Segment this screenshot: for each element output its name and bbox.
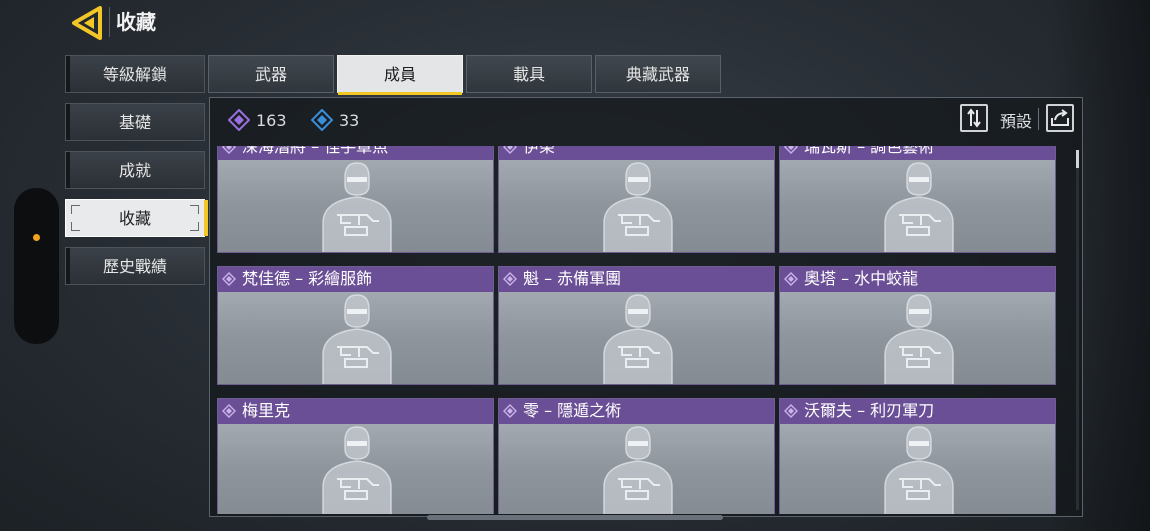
locked-operator-silhouette-icon [322, 162, 392, 252]
sort-button[interactable] [960, 104, 988, 132]
corner-bracket [190, 205, 199, 214]
locked-operator-silhouette-icon [884, 294, 954, 384]
sidebar-item-label: 成就 [118, 161, 151, 180]
blue-currency: 33 [311, 108, 359, 132]
sidebar-item-label: 收藏 [118, 209, 151, 228]
operator-name: 瑞瓦斯 – 調色藝術 [804, 146, 935, 156]
collection-panel: 163 33 預設 深海潛將 – 怪手章魚 伊榮 瑞瓦斯 – 調色藝術 梵佳德 … [209, 97, 1083, 517]
operator-grid: 深海潛將 – 怪手章魚 伊榮 瑞瓦斯 – 調色藝術 梵佳德 – 彩繪服飾 魁 –… [217, 146, 1063, 514]
operator-name: 伊榮 [523, 146, 556, 156]
operator-name: 魁 – 赤備軍團 [523, 269, 622, 288]
preset-sort-label[interactable]: 預設 [1000, 108, 1032, 132]
operator-card[interactable]: 深海潛將 – 怪手章魚 [217, 146, 494, 253]
locked-operator-silhouette-icon [322, 294, 392, 384]
sidebar-item-basics[interactable]: 基礎 [65, 103, 205, 141]
operator-card[interactable]: 梅里克 [217, 398, 494, 514]
purple-diamond-icon [228, 109, 250, 131]
blue-currency-value: 33 [339, 110, 360, 130]
tab-weapons[interactable]: 武器 [208, 55, 334, 93]
rarity-diamond-icon [503, 146, 517, 154]
locked-operator-silhouette-icon [884, 426, 954, 514]
rarity-diamond-icon [503, 272, 517, 286]
locked-operator-silhouette-icon [884, 162, 954, 252]
purple-currency-value: 163 [256, 110, 287, 130]
tab-vehicles[interactable]: 載具 [466, 55, 592, 93]
vertical-scroll-thumb[interactable] [1076, 150, 1079, 168]
operator-card[interactable]: 瑞瓦斯 – 調色藝術 [779, 146, 1056, 253]
locked-operator-silhouette-icon [603, 426, 673, 514]
rarity-diamond-icon [503, 404, 517, 418]
back-arrow-icon [72, 6, 102, 40]
operator-card[interactable]: 伊榮 [498, 146, 775, 253]
operator-card[interactable]: 零 – 隱遁之術 [498, 398, 775, 514]
operator-name: 梵佳德 – 彩繪服飾 [242, 269, 373, 288]
sidebar-item-level-unlock[interactable]: 等級解鎖 [65, 55, 205, 93]
share-button[interactable] [1046, 104, 1074, 132]
page-title: 收藏 [109, 7, 162, 37]
operator-card[interactable]: 梵佳德 – 彩繪服飾 [217, 266, 494, 385]
rarity-diamond-icon [222, 272, 236, 286]
sidebar-item-label: 歷史戰績 [102, 257, 167, 276]
sidebar-item-achievements[interactable]: 成就 [65, 151, 205, 189]
sidebar-item-collection[interactable]: 收藏 [65, 199, 208, 237]
operator-name: 沃爾夫 – 利刃軍刀 [804, 401, 935, 420]
sidebar-item-label: 基礎 [118, 113, 151, 132]
rarity-diamond-icon [222, 404, 236, 418]
operator-name: 奧塔 – 水中蛟龍 [804, 269, 919, 288]
sort-icon [967, 108, 981, 128]
blue-diamond-icon [311, 109, 333, 131]
rarity-diamond-icon [784, 146, 798, 154]
share-icon [1051, 109, 1069, 126]
locked-operator-silhouette-icon [322, 426, 392, 514]
tab-legendary-weapons[interactable]: 典藏武器 [595, 55, 721, 93]
horizontal-scrollbar[interactable] [427, 515, 723, 520]
corner-bracket [190, 222, 199, 231]
sidebar-item-history[interactable]: 歷史戰績 [65, 247, 205, 285]
operator-card[interactable]: 奧塔 – 水中蛟龍 [779, 266, 1056, 385]
sidebar-item-label: 等級解鎖 [102, 65, 167, 84]
operator-name: 梅里克 [242, 401, 291, 420]
corner-bracket [71, 205, 80, 214]
purple-currency: 163 [228, 108, 287, 132]
locked-operator-silhouette-icon [603, 294, 673, 384]
notification-dot [33, 234, 40, 241]
operator-card[interactable]: 沃爾夫 – 利刃軍刀 [779, 398, 1056, 514]
operator-name: 零 – 隱遁之術 [523, 401, 622, 420]
side-drawer-handle[interactable] [14, 188, 59, 344]
back-button[interactable] [70, 6, 106, 40]
locked-operator-silhouette-icon [603, 162, 673, 252]
rarity-diamond-icon [222, 146, 236, 154]
tab-operators[interactable]: 成員 [337, 55, 463, 95]
corner-bracket [71, 222, 80, 231]
toolbar-divider [1038, 108, 1039, 130]
rarity-diamond-icon [784, 272, 798, 286]
vertical-scrollbar[interactable] [1076, 150, 1079, 510]
rarity-diamond-icon [784, 404, 798, 418]
operator-card[interactable]: 魁 – 赤備軍團 [498, 266, 775, 385]
operator-name: 深海潛將 – 怪手章魚 [242, 146, 389, 156]
